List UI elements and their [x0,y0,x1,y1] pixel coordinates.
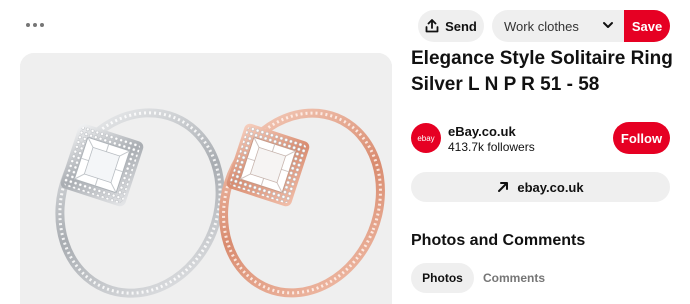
source-avatar[interactable]: ebay [411,123,441,153]
send-button[interactable]: Send [418,10,484,42]
more-dot [40,23,44,27]
source-name[interactable]: eBay.co.uk [448,124,516,139]
board-select-value: Work clothes [504,18,579,34]
section-title: Photos and Comments [411,232,586,249]
visit-site-label: ebay.co.uk [517,179,584,195]
source-followers: 413.7k followers [448,140,535,154]
rings-illustration [20,53,392,304]
visit-site-button[interactable]: ebay.co.uk [411,172,670,202]
board-select[interactable]: Work clothes [492,10,624,42]
chevron-down-icon [603,22,613,28]
follow-button[interactable]: Follow [613,122,670,154]
more-dot [26,23,30,27]
pin-image[interactable] [20,53,392,304]
tab-comments[interactable]: Comments [480,263,548,293]
tab-photos[interactable]: Photos [411,263,474,293]
pin-title: Elegance Style Solitaire Ring Silver L N… [411,48,673,95]
send-label: Send [445,18,477,34]
share-icon [425,19,439,33]
more-options-button[interactable] [20,14,50,36]
more-dot [33,23,37,27]
save-button[interactable]: Save [624,10,670,42]
arrow-up-right-icon [498,182,509,192]
